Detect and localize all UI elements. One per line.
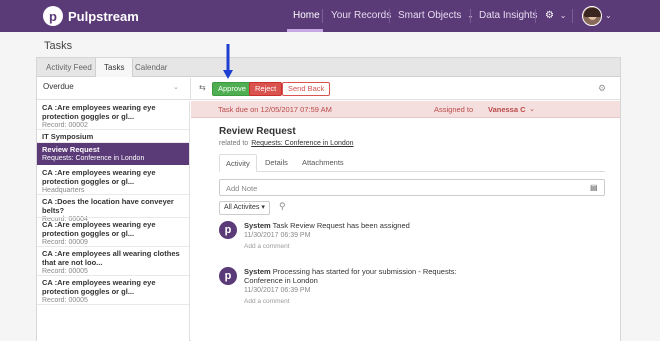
task-detail: Task due on 12/05/2017 07:59 AM Assigned…	[191, 101, 620, 341]
nav-smart-objects-label: Smart Objects	[398, 10, 462, 21]
send-back-button[interactable]: Send Back	[282, 82, 331, 96]
activity-body: System Processing has started for your s…	[244, 267, 584, 307]
add-comment-link[interactable]: Add a comment	[244, 241, 584, 252]
system-avatar-icon: p	[219, 221, 237, 239]
list-item-title: Review Request	[42, 145, 100, 154]
tab-activity-feed[interactable]: Activity Feed	[46, 58, 92, 77]
nav-data-insights[interactable]: Data Insights	[479, 0, 537, 32]
list-item-title: CA :Are employees wearing eye protection…	[42, 278, 156, 296]
gear-icon: ⚙	[545, 10, 554, 21]
activity-message: Task Review Request has been assigned	[272, 221, 410, 230]
tab-tasks[interactable]: Tasks	[95, 58, 134, 77]
list-item[interactable]: CA :Are employees wearing eye protection…	[37, 168, 189, 195]
related-record-link[interactable]: Requests: Conference in London	[251, 140, 353, 147]
toolbar-divider	[190, 78, 191, 100]
add-comment-link[interactable]: Add a comment	[244, 296, 584, 307]
due-date-text: Task due on 12/05/2017 07:59 AM	[218, 105, 332, 114]
list-item[interactable]: CA :Are employees wearing eye protection…	[37, 278, 189, 305]
task-list: CA :Are employees wearing eye protection…	[37, 101, 190, 341]
annotation-arrow-icon	[223, 44, 233, 79]
nav-active-indicator	[287, 29, 323, 32]
list-divider	[37, 275, 189, 276]
activity-message-cont: Conference in London	[244, 276, 318, 285]
activity-text: System Processing has started for your s…	[244, 267, 584, 276]
activity-item: p System Processing has started for your…	[219, 267, 599, 313]
list-item-subtitle: Requests: Conference in London	[42, 155, 145, 162]
page-title: Tasks	[44, 40, 73, 52]
list-item-selected[interactable]: Review Request Requests: Conference in L…	[37, 143, 189, 165]
list-divider	[37, 217, 189, 218]
nav-smart-objects[interactable]: Smart Objects ⌄	[398, 0, 474, 32]
activity-item: p System Task Review Request has been as…	[219, 221, 599, 257]
chevron-down-icon: ⌄	[559, 11, 567, 20]
list-item-title: CA :Are employees wearing eye protection…	[42, 168, 156, 186]
top-navbar: p Pulpstream Home Your Records Smart Obj…	[0, 0, 660, 32]
list-item-title: IT Symposium	[42, 132, 94, 141]
list-divider	[37, 194, 189, 195]
search-icon[interactable]: ⚲	[279, 201, 286, 212]
assignee-name[interactable]: Vanessa C	[488, 105, 526, 114]
tab-calendar[interactable]: Calendar	[135, 58, 167, 77]
assigned-label: Assigned to	[434, 105, 474, 114]
reject-button[interactable]: Reject	[249, 82, 283, 96]
list-item-title: CA :Does the location have conveyer belt…	[42, 197, 174, 215]
list-item-title: CA :Are employees wearing eye protection…	[42, 220, 156, 238]
system-avatar-icon: p	[219, 267, 237, 285]
nav-divider	[535, 9, 536, 23]
list-divider	[37, 246, 189, 247]
task-filter-select[interactable]: Overdue	[43, 82, 74, 91]
task-title: Review Request	[219, 126, 296, 137]
nav-divider	[322, 9, 323, 23]
activity-message: Processing has started for your submissi…	[272, 267, 457, 276]
chevron-down-icon[interactable]: ⌄	[173, 83, 179, 91]
task-toolbar: Overdue ⌄ ⇆ Approve Reject Send Back ⚙	[37, 78, 620, 100]
nav-home[interactable]: Home	[293, 0, 320, 32]
list-item[interactable]: IT Symposium	[37, 132, 189, 141]
add-note-field[interactable]: Add Note ▤	[219, 179, 605, 196]
tasks-panel: Activity Feed Tasks Calendar Overdue ⌄ ⇆…	[36, 57, 621, 341]
tasks-tabbar: Activity Feed Tasks Calendar	[37, 58, 620, 77]
activity-filter-dropdown[interactable]: All Activites ▾	[219, 201, 270, 215]
nav-divider	[572, 9, 573, 23]
settings-menu[interactable]: ⚙ ⌄	[545, 0, 566, 32]
list-item[interactable]: CA :Are employees wearing eye protection…	[37, 220, 189, 247]
brand-logo[interactable]: p Pulpstream	[43, 6, 139, 26]
add-note-placeholder: Add Note	[226, 184, 258, 193]
activity-user: System	[244, 221, 271, 230]
list-item-title: CA :Are employees all wearing clothes th…	[42, 249, 180, 267]
related-label: related to	[219, 140, 249, 147]
list-divider	[37, 304, 189, 305]
note-icon[interactable]: ▤	[590, 183, 598, 192]
list-divider	[37, 129, 189, 130]
related-to: related to Requests: Conference in London	[219, 140, 354, 147]
activity-timestamp: 11/30/2017 06:39 PM	[244, 232, 311, 239]
swap-icon[interactable]: ⇆	[199, 83, 206, 92]
list-item-title: CA :Are employees wearing eye protection…	[42, 103, 156, 121]
activity-user: System	[244, 267, 271, 276]
list-item[interactable]: CA :Are employees all wearing clothes th…	[37, 249, 189, 276]
nav-divider	[470, 9, 471, 23]
tab-activity[interactable]: Activity	[219, 154, 257, 172]
tab-attachments[interactable]: Attachments	[296, 154, 350, 172]
approve-button[interactable]: Approve	[212, 82, 252, 96]
pulpstream-logo-icon: p	[43, 6, 63, 26]
activity-timestamp: 11/30/2017 06:39 PM	[244, 287, 311, 294]
nav-divider	[389, 9, 390, 23]
nav-your-records[interactable]: Your Records	[331, 0, 391, 32]
tab-details[interactable]: Details	[259, 154, 294, 172]
user-avatar[interactable]	[582, 6, 602, 26]
user-menu-caret[interactable]: ⌄	[605, 0, 612, 32]
detail-tabs: Activity Details Attachments	[219, 154, 605, 172]
activity-body: System Task Review Request has been assi…	[244, 221, 584, 252]
activity-text: System Task Review Request has been assi…	[244, 221, 584, 230]
due-banner: Task due on 12/05/2017 07:59 AM Assigned…	[191, 101, 620, 118]
list-item[interactable]: CA :Are employees wearing eye protection…	[37, 103, 189, 130]
chevron-down-icon[interactable]: ⌄	[529, 105, 535, 113]
chevron-down-icon: ⌄	[605, 11, 612, 20]
gear-icon[interactable]: ⚙	[598, 83, 606, 94]
brand-name: Pulpstream	[68, 8, 139, 24]
